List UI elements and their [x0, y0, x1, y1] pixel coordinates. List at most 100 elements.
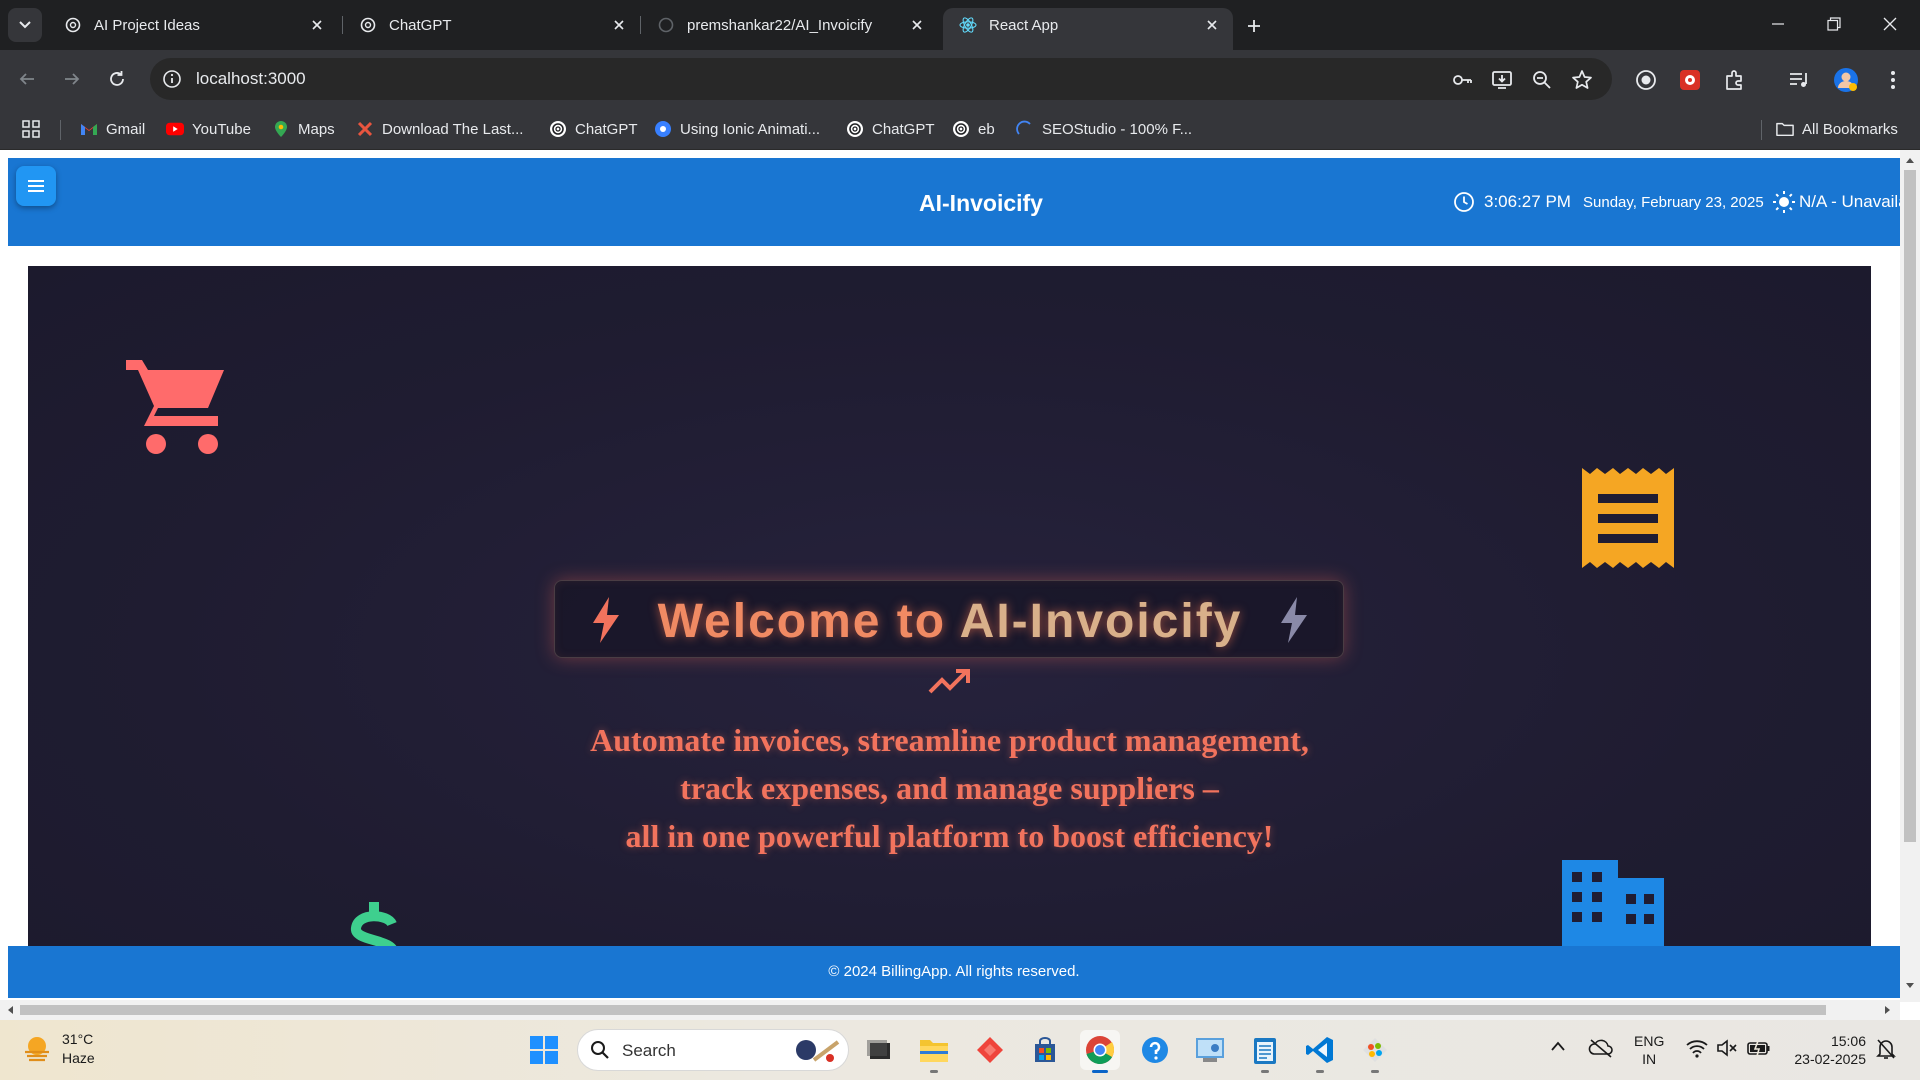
hero-section: Welcome to AI-Invoicify Automate invoice…	[28, 266, 1871, 966]
tagline-line-1: Automate invoices, streamline product ma…	[590, 722, 1309, 758]
url-text[interactable]: localhost:3000	[196, 69, 306, 89]
taskbar-search[interactable]: Search	[577, 1029, 849, 1071]
close-tab-icon[interactable]	[906, 14, 928, 36]
chrome-icon	[1086, 1036, 1115, 1064]
app-running-indicator	[930, 1070, 938, 1073]
show-hidden-icons-button[interactable]	[1550, 1040, 1566, 1052]
browser-tab[interactable]: premshankar22/AI_Invoicify	[641, 8, 938, 42]
tab-search-button[interactable]	[8, 8, 42, 42]
notepad-app[interactable]	[1245, 1030, 1285, 1073]
battery-tray-icon[interactable]	[1746, 1038, 1772, 1058]
password-key-icon[interactable]	[1450, 68, 1474, 92]
profile-avatar[interactable]	[1833, 67, 1859, 93]
close-window-button[interactable]	[1862, 0, 1918, 48]
weather-widget[interactable]: 31°C Haze	[22, 1030, 95, 1068]
site-info-icon[interactable]	[162, 69, 182, 89]
bookmark-chatgpt[interactable]: ChatGPT	[549, 118, 638, 140]
browser-tab[interactable]: ChatGPT	[343, 8, 640, 42]
onedrive-tray-icon[interactable]	[1588, 1038, 1614, 1058]
media-control-icon[interactable]	[1786, 67, 1812, 93]
bookmark-eb[interactable]: eb	[952, 118, 995, 140]
apps-grid-button[interactable]	[22, 118, 48, 140]
restore-button[interactable]	[1806, 0, 1862, 48]
header-weather: N/A - Unavaila	[1799, 192, 1908, 211]
extensions-puzzle-icon[interactable]	[1722, 67, 1748, 93]
bookmark-label: Maps	[298, 120, 335, 138]
windows-taskbar: 31°C Haze Search ENG IN 15:06 23-02-2025	[0, 1020, 1920, 1080]
control-panel-app[interactable]	[1190, 1030, 1230, 1070]
minimize-icon	[1772, 23, 1784, 25]
restore-icon	[1827, 17, 1841, 31]
start-button[interactable]	[524, 1030, 564, 1070]
horizontal-scrollbar[interactable]	[0, 1000, 1900, 1020]
extension-red-icon[interactable]	[1677, 67, 1703, 93]
task-view-button[interactable]	[859, 1030, 899, 1070]
scroll-left-icon[interactable]	[6, 1005, 14, 1015]
zoom-icon[interactable]	[1530, 68, 1554, 92]
vertical-scroll-thumb[interactable]	[1904, 170, 1916, 842]
bookmark-label: eb	[978, 120, 995, 138]
browser-tab[interactable]: AI Project Ideas	[48, 8, 338, 42]
bookmark-divider	[60, 120, 61, 140]
microsoft-store-app[interactable]	[1025, 1030, 1065, 1070]
vscode-icon	[1306, 1037, 1333, 1063]
scroll-down-icon[interactable]	[1905, 982, 1915, 990]
forward-button[interactable]	[57, 64, 87, 94]
all-bookmarks-button[interactable]: All Bookmarks	[1776, 118, 1898, 140]
bookmark-chatgpt-2[interactable]: ChatGPT	[846, 118, 935, 140]
scroll-right-icon[interactable]	[1884, 1005, 1892, 1015]
minimize-button[interactable]	[1750, 0, 1806, 48]
bookmarks-bar: Gmail YouTube Maps Download The Last... …	[0, 108, 1920, 150]
system-clock[interactable]: 15:06 23-02-2025	[1786, 1032, 1866, 1068]
bookmark-label: SEOStudio - 100% F...	[1042, 120, 1193, 138]
notifications-button[interactable]	[1876, 1038, 1896, 1060]
reload-icon	[110, 71, 124, 86]
app-active-indicator	[1092, 1070, 1108, 1073]
app-running-indicator	[1371, 1070, 1379, 1073]
more-menu-icon[interactable]	[1880, 67, 1906, 93]
folder-icon	[920, 1040, 948, 1062]
bookmark-youtube[interactable]: YouTube	[166, 118, 251, 140]
app-footer: © 2024 BillingApp. All rights reserved.	[8, 946, 1900, 998]
horizontal-scroll-thumb[interactable]	[20, 1005, 1826, 1015]
welcome-brand: AI-Invoicify	[959, 595, 1243, 648]
vscode-app[interactable]	[1300, 1030, 1340, 1073]
volume-tray-icon[interactable]	[1716, 1038, 1738, 1058]
bookmark-download[interactable]: Download The Last...	[356, 118, 523, 140]
cloud-off-icon	[1588, 1039, 1613, 1058]
chevron-up-icon	[1551, 1041, 1565, 1051]
weather-temp: 31°C	[62, 1031, 94, 1047]
extension-circle-icon[interactable]	[1633, 67, 1659, 93]
folder-icon	[1776, 120, 1794, 138]
bookmark-ionic[interactable]: Using Ionic Animati...	[654, 118, 820, 140]
scroll-up-icon[interactable]	[1905, 156, 1915, 164]
back-button[interactable]	[12, 64, 42, 94]
input-language-indicator[interactable]: ENG IN	[1634, 1032, 1664, 1068]
file-explorer-app[interactable]	[914, 1030, 954, 1073]
close-tab-icon[interactable]	[1201, 14, 1223, 36]
help-app[interactable]	[1135, 1030, 1175, 1070]
bookmark-seostudio[interactable]: SEOStudio - 100% F...	[1016, 118, 1192, 140]
address-bar[interactable]: localhost:3000	[150, 58, 1612, 100]
header-time: 3:06:27 PM	[1484, 192, 1571, 211]
browser-tab-active[interactable]: React App	[943, 8, 1233, 50]
welcome-prefix: Welcome to	[657, 595, 960, 648]
bookmark-label: ChatGPT	[872, 120, 935, 138]
bookmark-gmail[interactable]: Gmail	[80, 118, 145, 140]
reload-button[interactable]	[102, 64, 132, 94]
vertical-scrollbar[interactable]	[1900, 150, 1920, 1002]
paint-palette-icon	[1363, 1038, 1387, 1062]
windows-logo-icon	[530, 1036, 558, 1064]
browser-toolbar: localhost:3000	[0, 50, 1920, 108]
anydesk-app[interactable]	[970, 1030, 1010, 1070]
wifi-tray-icon[interactable]	[1686, 1038, 1708, 1058]
app-header: AI-Invoicify 3:06:27 PM Sunday, February…	[8, 158, 1908, 246]
paint-app[interactable]	[1355, 1030, 1395, 1073]
chrome-app[interactable]	[1080, 1030, 1120, 1073]
close-tab-icon[interactable]	[608, 14, 630, 36]
bookmark-star-icon[interactable]	[1570, 68, 1594, 92]
bookmark-maps[interactable]: Maps	[272, 118, 335, 140]
install-app-icon[interactable]	[1490, 68, 1514, 92]
close-tab-icon[interactable]	[306, 14, 328, 36]
new-tab-button[interactable]	[1240, 12, 1268, 40]
